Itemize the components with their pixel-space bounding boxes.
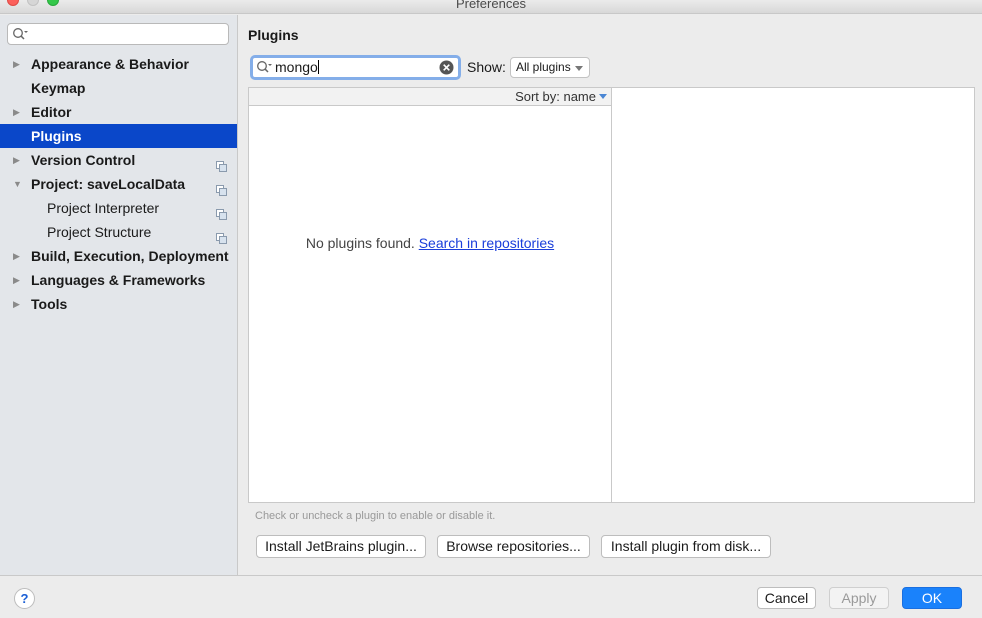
settings-sidebar: ▶ Appearance & Behavior Keymap ▶ Editor …	[0, 15, 238, 575]
sidebar-item-label: Editor	[31, 104, 72, 120]
window-title: Preferences	[455, 0, 527, 11]
sidebar-item-plugins[interactable]: Plugins	[0, 124, 237, 148]
chevron-down-icon	[575, 66, 583, 71]
title-bar: Preferences	[0, 0, 982, 14]
show-filter-value: All plugins	[516, 60, 571, 74]
browse-repositories-button[interactable]: Browse repositories...	[437, 535, 590, 558]
project-settings-icon	[216, 203, 227, 220]
sidebar-item-build-execution-deployment[interactable]: ▶ Build, Execution, Deployment	[0, 244, 237, 268]
clear-search-icon[interactable]	[439, 60, 454, 75]
expand-arrow-icon[interactable]: ▶	[13, 268, 20, 292]
sidebar-item-label: Project Structure	[47, 224, 152, 240]
collapse-arrow-icon[interactable]: ▼	[13, 172, 22, 196]
sidebar-item-label: Appearance & Behavior	[31, 56, 189, 72]
plugin-list[interactable]: Sort by: name No plugins found. Search i…	[248, 87, 612, 503]
plugins-panel: Plugins mongo Show: All plugins Sort by:…	[238, 15, 982, 575]
plugin-search-field[interactable]: mongo	[275, 59, 319, 75]
plugin-list-header: Sort by: name	[249, 88, 611, 106]
sidebar-item-version-control[interactable]: ▶ Version Control	[0, 148, 237, 172]
expand-arrow-icon[interactable]: ▶	[13, 244, 20, 268]
sidebar-item-project[interactable]: ▼ Project: saveLocalData	[0, 172, 237, 196]
empty-state-text: No plugins found.	[305, 235, 415, 251]
sidebar-item-label: Languages & Frameworks	[31, 272, 206, 288]
project-settings-icon	[216, 155, 227, 172]
sidebar-item-keymap[interactable]: Keymap	[0, 76, 237, 100]
search-repositories-link[interactable]: Search in repositories	[419, 235, 554, 251]
sidebar-item-project-structure[interactable]: Project Structure	[0, 220, 237, 244]
sidebar-item-appearance-behavior[interactable]: ▶ Appearance & Behavior	[0, 52, 237, 76]
plugin-hint-text: Check or uncheck a plugin to enable or d…	[255, 510, 496, 522]
install-plugin-from-disk-button[interactable]: Install plugin from disk...	[601, 535, 771, 558]
project-settings-icon	[216, 179, 227, 196]
sidebar-item-languages-frameworks[interactable]: ▶ Languages & Frameworks	[0, 268, 237, 292]
ok-button[interactable]: OK	[902, 587, 962, 609]
project-settings-icon	[216, 227, 227, 244]
sidebar-search-input[interactable]	[7, 23, 229, 45]
sidebar-item-label: Tools	[31, 296, 68, 312]
expand-arrow-icon[interactable]: ▶	[13, 148, 20, 172]
expand-arrow-icon[interactable]: ▶	[13, 100, 20, 124]
help-button[interactable]: ?	[14, 588, 35, 609]
sidebar-item-label: Plugins	[31, 128, 82, 144]
expand-arrow-icon[interactable]: ▶	[13, 292, 20, 316]
sidebar-item-label: Project: saveLocalData	[31, 176, 186, 192]
sidebar-item-label: Version Control	[31, 152, 136, 168]
sort-dropdown-icon	[599, 94, 607, 99]
install-jetbrains-plugin-button[interactable]: Install JetBrains plugin...	[256, 535, 426, 558]
empty-state: No plugins found. Search in repositories	[249, 235, 611, 251]
expand-arrow-icon[interactable]: ▶	[13, 52, 20, 76]
sort-by-label: Sort by: name	[515, 89, 596, 104]
text-caret	[317, 60, 319, 74]
sidebar-item-label: Build, Execution, Deployment	[31, 248, 229, 264]
plugin-search-input[interactable]: mongo	[250, 55, 461, 80]
sidebar-item-label: Project Interpreter	[47, 200, 160, 216]
dialog-footer: ? Cancel Apply OK	[0, 575, 982, 618]
search-icon	[12, 27, 28, 44]
sidebar-item-label: Keymap	[31, 80, 86, 96]
sidebar-item-editor[interactable]: ▶ Editor	[0, 100, 237, 124]
settings-tree: ▶ Appearance & Behavior Keymap ▶ Editor …	[0, 52, 237, 316]
sort-by-dropdown[interactable]: Sort by: name	[515, 89, 607, 104]
search-icon	[256, 60, 272, 77]
apply-button[interactable]: Apply	[829, 587, 889, 609]
cancel-button[interactable]: Cancel	[757, 587, 816, 609]
page-title: Plugins	[248, 27, 299, 43]
sidebar-item-project-interpreter[interactable]: Project Interpreter	[0, 196, 237, 220]
sidebar-item-tools[interactable]: ▶ Tools	[0, 292, 237, 316]
show-filter-dropdown[interactable]: All plugins	[510, 57, 590, 78]
plugin-details-pane	[611, 87, 975, 503]
show-filter-label: Show:	[467, 59, 506, 75]
plugin-search-value: mongo	[275, 59, 318, 75]
